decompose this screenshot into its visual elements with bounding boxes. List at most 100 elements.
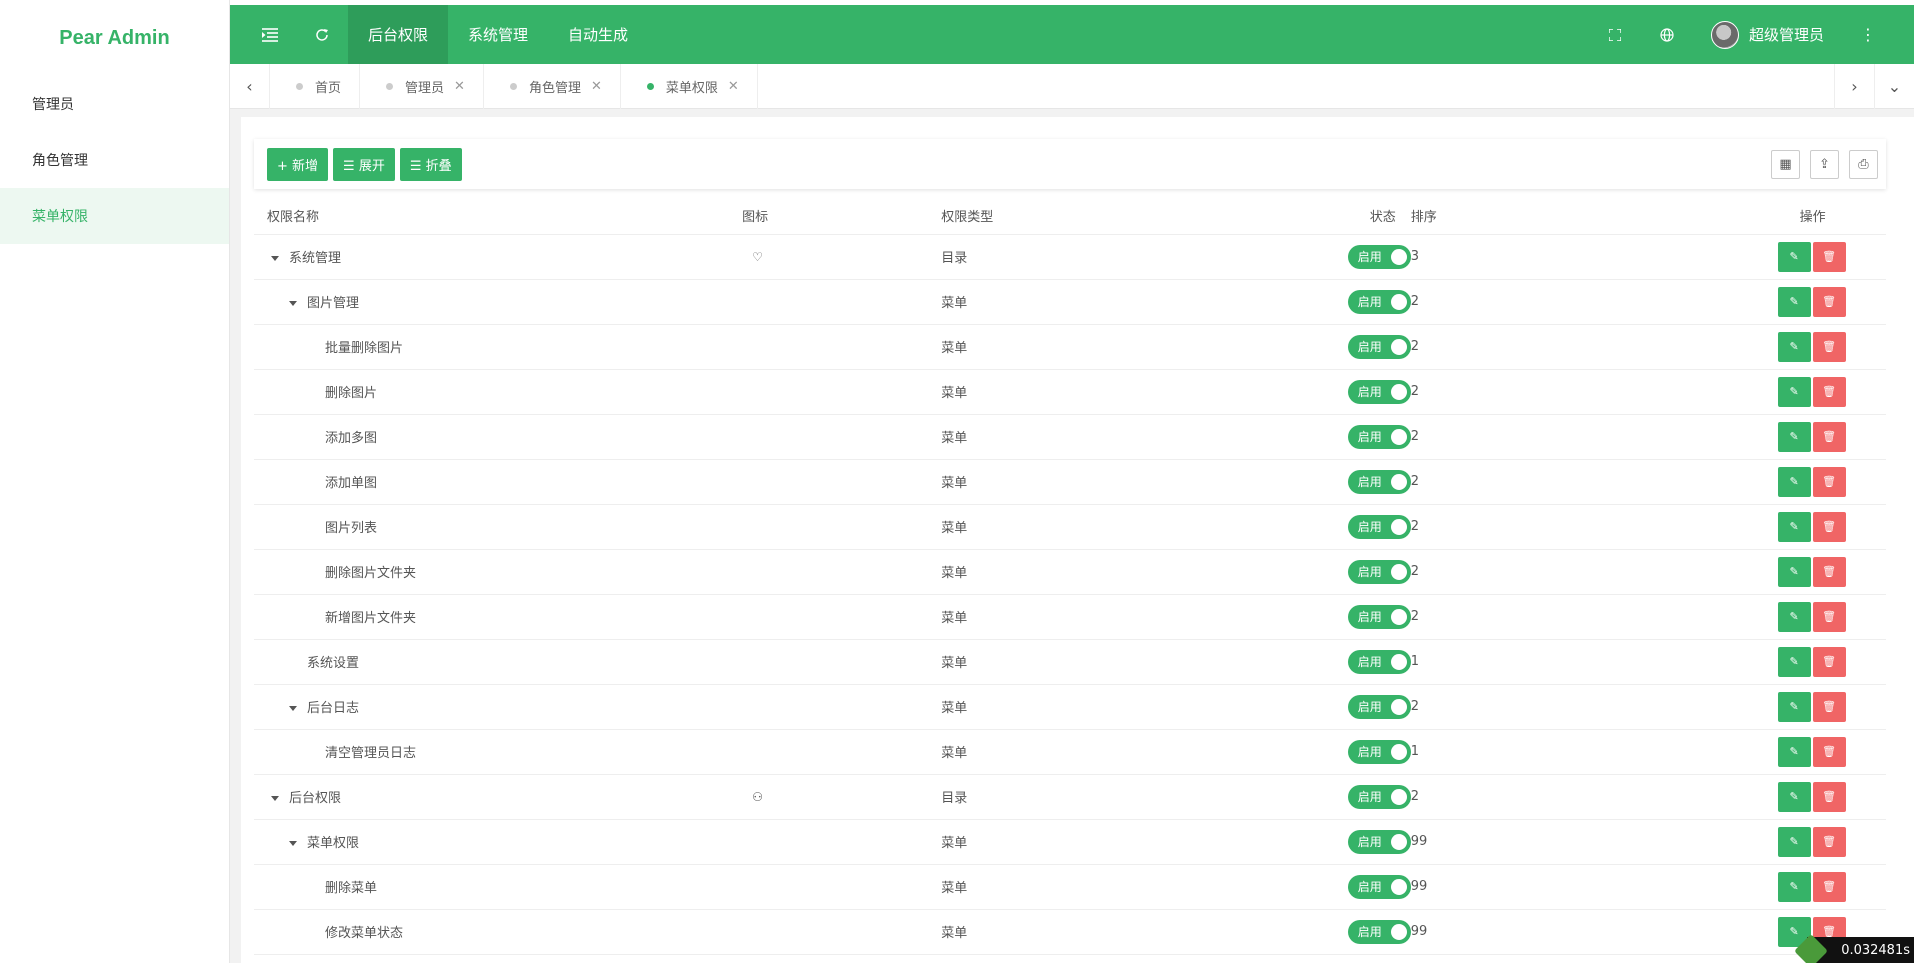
cell-operations: ✎ 🗑	[1739, 549, 1886, 595]
globe-icon[interactable]	[1641, 5, 1693, 64]
tab-admins[interactable]: 管理员 ✕	[360, 63, 484, 109]
row-sort: 2	[1410, 384, 1420, 399]
table-row: 系统管理 ♡ 目录 启用 3 ✎ 🗑	[254, 234, 1886, 280]
status-toggle[interactable]: 启用	[1347, 784, 1411, 809]
menu-toggle-icon[interactable]	[244, 5, 296, 64]
edit-icon[interactable]: ✎	[1777, 691, 1811, 722]
add-button[interactable]: + 新增	[267, 147, 329, 181]
edit-icon[interactable]: ✎	[1777, 241, 1811, 272]
expand-caret-icon[interactable]	[289, 841, 297, 846]
cell-sort: 2	[1410, 684, 1740, 730]
close-icon[interactable]: ✕	[728, 79, 739, 94]
status-toggle[interactable]: 启用	[1347, 559, 1411, 584]
export-icon[interactable]: ⇪	[1810, 149, 1839, 179]
delete-icon[interactable]: 🗑	[1812, 601, 1846, 632]
edit-icon[interactable]: ✎	[1777, 556, 1811, 587]
edit-icon[interactable]: ✎	[1777, 466, 1811, 497]
delete-icon[interactable]: 🗑	[1812, 736, 1846, 767]
collapse-button[interactable]: ☰ 折叠	[399, 147, 462, 181]
expand-caret-icon[interactable]	[289, 301, 297, 306]
status-toggle[interactable]: 启用	[1347, 874, 1411, 899]
nav-system-management[interactable]: 系统管理	[448, 5, 548, 64]
expand-caret-icon[interactable]	[271, 256, 279, 261]
refresh-icon[interactable]	[296, 5, 348, 64]
expand-caret-icon[interactable]	[289, 706, 297, 711]
more-vertical-icon[interactable]: ⋮	[1842, 5, 1894, 64]
expand-button[interactable]: ☰ 展开	[333, 147, 395, 181]
delete-icon[interactable]: 🗑	[1812, 286, 1846, 317]
cell-sort: 2	[1410, 414, 1740, 460]
status-toggle[interactable]: 启用	[1347, 244, 1411, 269]
user-menu[interactable]: 超级管理员	[1693, 20, 1842, 49]
edit-icon[interactable]: ✎	[1777, 826, 1811, 857]
edit-icon[interactable]: ✎	[1777, 871, 1811, 902]
status-toggle[interactable]: 启用	[1347, 694, 1411, 719]
cell-type: 目录	[941, 774, 1280, 820]
table-row: 图片管理 菜单 启用 2 ✎ 🗑	[254, 279, 1886, 325]
status-label: 启用	[1357, 655, 1382, 669]
delete-icon[interactable]: 🗑	[1812, 871, 1846, 902]
status-toggle[interactable]: 启用	[1347, 469, 1411, 494]
edit-icon[interactable]: ✎	[1777, 421, 1811, 452]
cell-name: 菜单权限	[254, 819, 743, 865]
delete-icon[interactable]: 🗑	[1812, 781, 1846, 812]
status-toggle[interactable]: 启用	[1347, 829, 1411, 854]
tabs-scroll-right-icon[interactable]: ›	[1834, 63, 1874, 109]
delete-icon[interactable]: 🗑	[1812, 331, 1846, 362]
delete-icon[interactable]: 🗑	[1812, 826, 1846, 857]
status-label: 启用	[1357, 385, 1382, 399]
chevron-down-icon[interactable]: ⌄	[1874, 63, 1914, 109]
expand-caret-icon[interactable]	[271, 796, 279, 801]
cell-name: 修改菜单状态	[254, 909, 743, 955]
row-sort: 2	[1410, 429, 1420, 444]
tab-roles[interactable]: 角色管理 ✕	[484, 63, 621, 109]
row-sort: 2	[1410, 294, 1420, 309]
edit-icon[interactable]: ✎	[1777, 286, 1811, 317]
table-header-row: 权限名称 图标 权限类型 状态 排序 操作	[254, 198, 1886, 235]
nav-auto-generate[interactable]: 自动生成	[548, 5, 648, 64]
status-toggle[interactable]: 启用	[1347, 919, 1411, 944]
status-toggle[interactable]: 启用	[1347, 514, 1411, 539]
close-icon[interactable]: ✕	[591, 79, 602, 94]
delete-icon[interactable]: 🗑	[1812, 376, 1846, 407]
delete-icon[interactable]: 🗑	[1812, 241, 1846, 272]
table-row: 删除图片文件夹 菜单 启用 2 ✎ 🗑	[254, 549, 1886, 595]
status-toggle[interactable]: 启用	[1347, 424, 1411, 449]
print-icon[interactable]: ⎙	[1849, 149, 1878, 179]
edit-icon[interactable]: ✎	[1777, 601, 1811, 632]
row-name: 删除菜单	[325, 881, 378, 896]
status-toggle[interactable]: 启用	[1347, 649, 1411, 674]
edit-icon[interactable]: ✎	[1777, 376, 1811, 407]
edit-icon[interactable]: ✎	[1777, 736, 1811, 767]
status-toggle[interactable]: 启用	[1347, 289, 1411, 314]
close-icon[interactable]: ✕	[454, 79, 465, 94]
fullscreen-icon[interactable]	[1589, 5, 1641, 64]
status-label: 启用	[1357, 475, 1382, 489]
edit-icon[interactable]: ✎	[1777, 646, 1811, 677]
delete-icon[interactable]: 🗑	[1812, 421, 1846, 452]
delete-icon[interactable]: 🗑	[1812, 511, 1846, 542]
edit-icon[interactable]: ✎	[1777, 511, 1811, 542]
nav-backend-permissions[interactable]: 后台权限	[348, 5, 449, 64]
tab-label: 管理员	[405, 80, 445, 96]
tab-home[interactable]: 首页	[270, 63, 361, 109]
edit-icon[interactable]: ✎	[1777, 781, 1811, 812]
status-toggle[interactable]: 启用	[1347, 739, 1411, 764]
tab-menu-permissions[interactable]: 菜单权限 ✕	[621, 63, 758, 109]
delete-icon[interactable]: 🗑	[1812, 556, 1846, 587]
table-row: 系统设置 菜单 启用 1 ✎ 🗑	[254, 639, 1886, 685]
tabs-scroll-left-icon[interactable]: ‹	[230, 63, 270, 109]
sidebar-item-roles[interactable]: 角色管理	[0, 132, 229, 188]
sidebar-item-menu-permissions[interactable]: 菜单权限	[0, 188, 229, 244]
status-toggle[interactable]: 启用	[1347, 379, 1411, 404]
delete-icon[interactable]: 🗑	[1812, 466, 1846, 497]
columns-icon[interactable]: ▦	[1771, 149, 1800, 179]
delete-icon[interactable]: 🗑	[1812, 646, 1846, 677]
delete-icon[interactable]: 🗑	[1812, 691, 1846, 722]
edit-icon[interactable]: ✎	[1777, 331, 1811, 362]
sidebar-item-admins[interactable]: 管理员	[0, 76, 229, 132]
column-header-operations: 操作	[1739, 198, 1886, 235]
cell-sort: 3	[1410, 234, 1740, 280]
status-toggle[interactable]: 启用	[1347, 604, 1411, 629]
status-toggle[interactable]: 启用	[1347, 334, 1411, 359]
